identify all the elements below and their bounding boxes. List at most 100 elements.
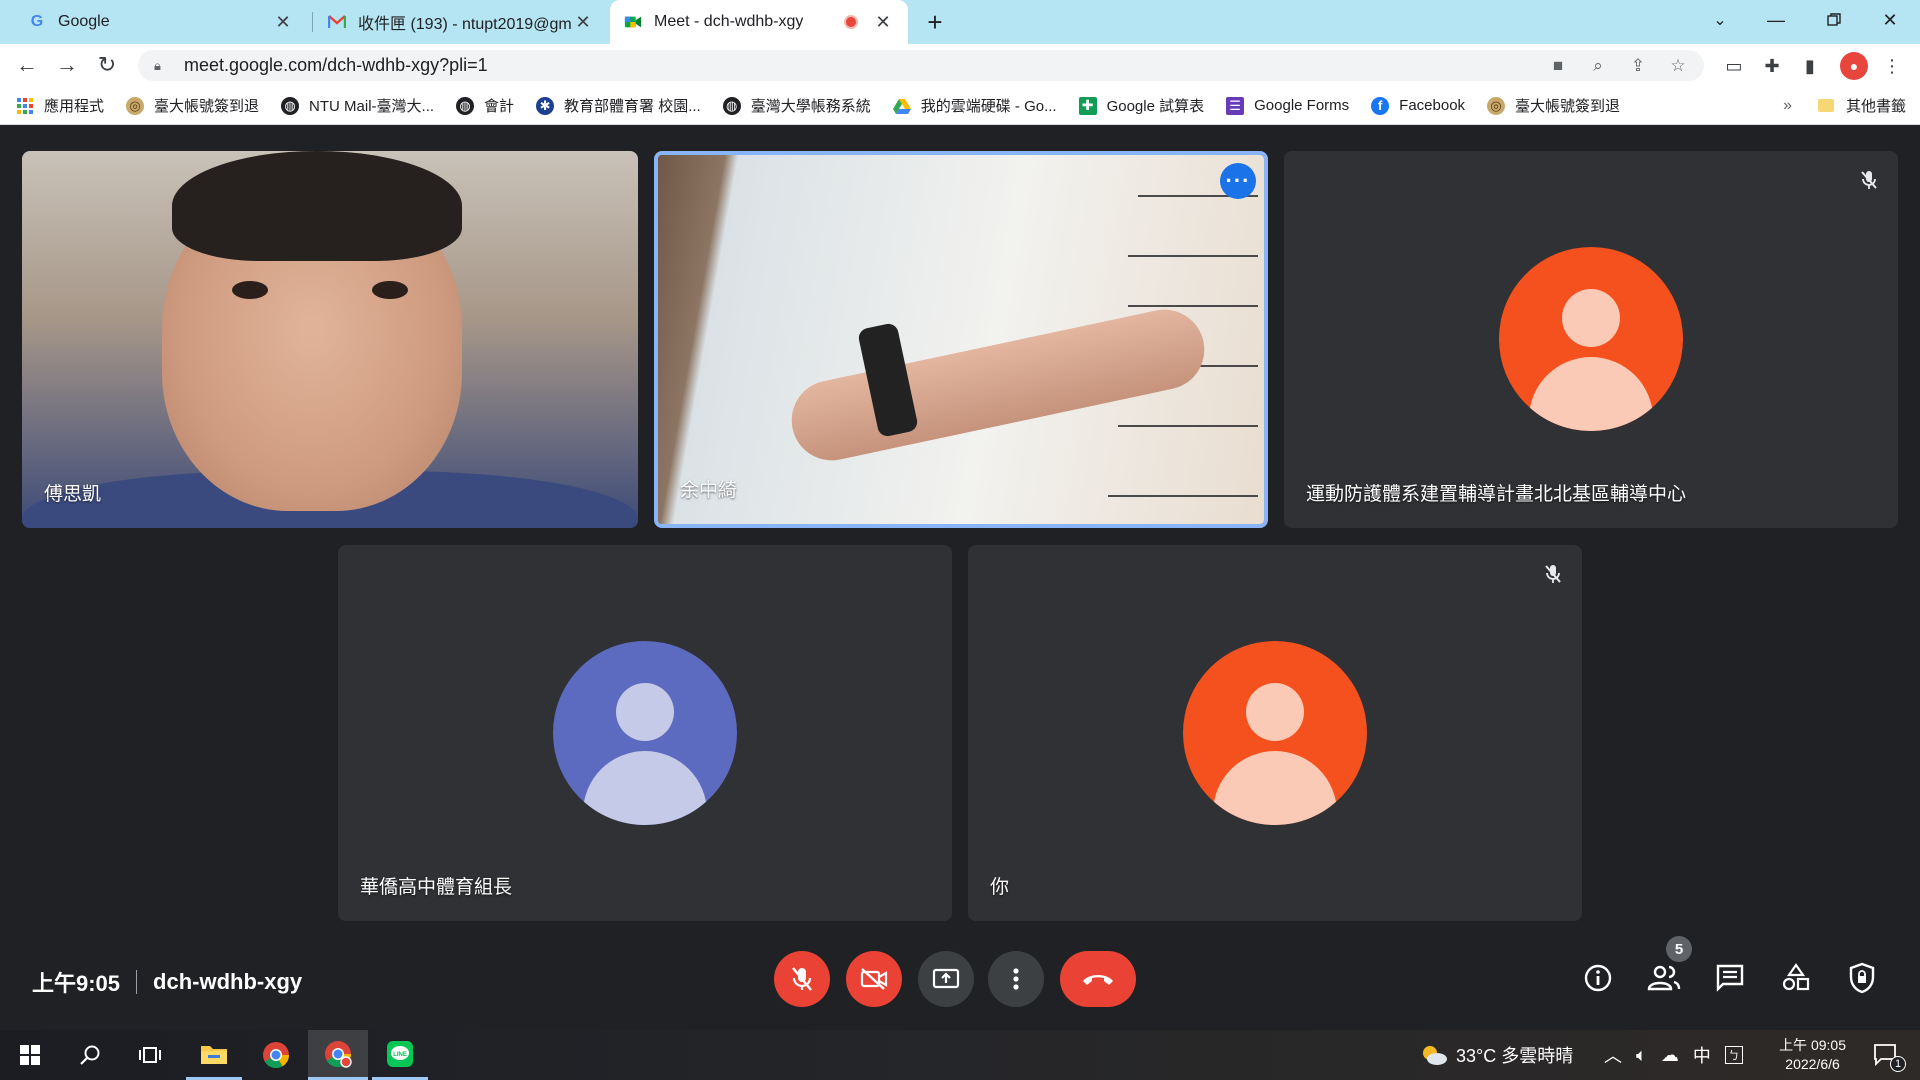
lock-icon[interactable]: 🔒︎: [154, 58, 170, 74]
mic-off-icon: [792, 967, 812, 991]
bookmark-apps[interactable]: 應用程式: [16, 95, 104, 116]
close-icon[interactable]: ✕: [872, 12, 894, 33]
bookmark-ntu-signin[interactable]: ◎ 臺大帳號簽到退: [126, 95, 259, 116]
forward-arrow-icon[interactable]: →: [52, 50, 82, 80]
mic-muted-icon: [1536, 557, 1570, 591]
menu-kebab-icon[interactable]: ⋮: [1878, 52, 1906, 80]
notification-center-icon[interactable]: 1: [1858, 1030, 1914, 1080]
more-options-dots-icon[interactable]: ···: [1220, 163, 1256, 199]
bookmark-ntu-finance[interactable]: ◍ 臺灣大學帳務系統: [722, 95, 871, 116]
meeting-time: 上午9:05: [32, 971, 121, 996]
participant-tile[interactable]: 傅思凱: [22, 151, 638, 528]
chrome-icon[interactable]: [248, 1030, 304, 1080]
tab-search-chevron-icon[interactable]: ⌄: [1692, 0, 1748, 40]
tab-meet[interactable]: Meet - dch-wdhb-xgy ✕: [610, 0, 908, 44]
weather-widget[interactable]: 33°C 多雲時晴: [1420, 1030, 1573, 1080]
more-vert-icon: [1013, 968, 1019, 990]
partly-cloudy-icon: [1423, 1046, 1447, 1065]
address-bar[interactable]: 🔒︎ meet.google.com/dch-wdhb-xgy?pli=1 ■ …: [138, 50, 1704, 81]
bookmark-label: Google 試算表: [1106, 98, 1205, 115]
extensions-puzzle-icon[interactable]: ✚: [1758, 52, 1786, 80]
shield-lock-icon: [1849, 962, 1875, 994]
zoom-icon[interactable]: ⌕: [1586, 56, 1610, 76]
bookmark-label: 我的雲端硬碟 - Go...: [920, 98, 1057, 115]
leave-call-button[interactable]: [1060, 951, 1136, 1007]
camera-toggle-button[interactable]: [846, 951, 902, 1007]
back-arrow-icon[interactable]: ←: [12, 50, 42, 80]
side-panel-icon[interactable]: ▮: [1796, 52, 1824, 80]
participant-video: [658, 155, 1264, 524]
chat-button[interactable]: [1710, 958, 1750, 998]
ime-mode-icon[interactable]: ㄅ: [1724, 1046, 1743, 1064]
participant-tile-active[interactable]: ··· 余中綺: [654, 151, 1268, 528]
present-icon: [932, 968, 960, 989]
other-bookmarks-folder[interactable]: 其他書籤: [1817, 95, 1906, 116]
bookmark-google-sheets[interactable]: ✚ Google 試算表: [1078, 95, 1205, 116]
onedrive-cloud-icon[interactable]: ☁︎: [1661, 1045, 1679, 1066]
host-controls-button[interactable]: [1842, 958, 1882, 998]
tab-google[interactable]: G Google ✕: [14, 0, 308, 44]
camera-off-icon: [860, 968, 888, 990]
participant-avatar: [1183, 641, 1367, 825]
file-explorer-icon[interactable]: [186, 1030, 242, 1080]
bookmark-facebook[interactable]: f Facebook: [1371, 96, 1465, 115]
close-icon[interactable]: ✕: [572, 12, 594, 33]
tab-gmail[interactable]: 收件匣 (193) - ntupt2019@gma ✕: [314, 0, 608, 44]
bookmark-accounting[interactable]: ◍ 會計: [456, 95, 514, 116]
browser-toolbar: ← → ↻ 🔒︎ meet.google.com/dch-wdhb-xgy?pl…: [0, 44, 1920, 87]
mic-toggle-button[interactable]: [774, 951, 830, 1007]
bookmarks-bar: 應用程式 ◎ 臺大帳號簽到退 ◍ NTU Mail-臺灣大... ◍ 會計 ✱ …: [0, 87, 1920, 125]
search-icon[interactable]: [62, 1030, 118, 1080]
participant-tile[interactable]: 華僑高中體育組長: [338, 545, 952, 921]
profile-avatar-icon[interactable]: ●: [1840, 52, 1868, 80]
meet-control-bar: 上午9:05 dch-wdhb-xgy 5: [0, 930, 1920, 1030]
divider: [136, 970, 138, 994]
share-icon[interactable]: ⇪: [1626, 56, 1650, 76]
task-view-icon[interactable]: [122, 1030, 178, 1080]
taskbar-clock[interactable]: 上午 09:05 2022/6/6: [1779, 1036, 1846, 1074]
chevron-up-icon[interactable]: ︿: [1604, 1042, 1622, 1068]
tab-title: Google: [58, 13, 110, 30]
participant-tile[interactable]: 運動防護體系建置輔導計畫北北基區輔導中心: [1284, 151, 1898, 528]
activities-button[interactable]: [1776, 958, 1816, 998]
more-options-button[interactable]: [988, 951, 1044, 1007]
minimize-icon[interactable]: —: [1748, 0, 1804, 40]
camera-blocked-icon[interactable]: ■: [1546, 56, 1570, 76]
participant-name: 余中綺: [680, 480, 738, 501]
moe-logo-icon: ✱: [536, 96, 555, 115]
bookmark-label: 應用程式: [44, 98, 105, 115]
sheets-icon: ✚: [1078, 96, 1097, 115]
chrome-meet-icon[interactable]: [308, 1030, 368, 1080]
volume-icon[interactable]: 🔈︎: [1636, 1045, 1647, 1066]
drive-icon: [892, 97, 911, 115]
reload-icon[interactable]: ↻: [92, 50, 122, 80]
info-icon: [1584, 964, 1612, 992]
new-tab-button[interactable]: +: [920, 0, 950, 44]
bookmark-google-drive[interactable]: 我的雲端硬碟 - Go...: [892, 95, 1057, 116]
line-app-icon[interactable]: LINE: [372, 1030, 428, 1080]
participant-name: 你: [990, 877, 1010, 898]
start-windows-icon[interactable]: [2, 1030, 58, 1080]
globe-icon: ◍: [281, 96, 300, 115]
system-tray: ︿ 🔈︎ ☁︎ 中 ㄅ: [1604, 1030, 1743, 1080]
bookmark-ntu-mail[interactable]: ◍ NTU Mail-臺灣大...: [281, 95, 434, 116]
cast-icon[interactable]: ▭: [1720, 52, 1748, 80]
url-text: meet.google.com/dch-wdhb-xgy?pli=1: [184, 55, 488, 75]
ime-indicator[interactable]: 中: [1693, 1042, 1711, 1068]
people-button[interactable]: [1644, 958, 1684, 998]
present-screen-button[interactable]: [918, 951, 974, 1007]
bookmark-google-forms[interactable]: ☰ Google Forms: [1226, 96, 1349, 115]
meeting-details-button[interactable]: [1578, 958, 1618, 998]
bookmark-moe-sports[interactable]: ✱ 教育部體育署 校園...: [536, 95, 701, 116]
bookmark-label: 臺大帳號簽到退: [154, 98, 260, 115]
close-window-icon[interactable]: ✕: [1862, 0, 1918, 40]
meeting-info-left: 上午9:05 dch-wdhb-xgy: [32, 966, 302, 998]
restore-icon[interactable]: [1806, 0, 1862, 40]
bookmark-ntu-signin-2[interactable]: ◎ 臺大帳號簽到退: [1487, 95, 1620, 116]
bookmarks-overflow-button[interactable]: »: [1783, 97, 1792, 115]
folder-icon: [1817, 99, 1834, 112]
clock-date: 2022/6/6: [1785, 1056, 1840, 1072]
close-icon[interactable]: ✕: [272, 12, 294, 33]
participant-tile-self[interactable]: 你: [968, 545, 1582, 921]
bookmark-star-icon[interactable]: ☆: [1666, 56, 1690, 76]
